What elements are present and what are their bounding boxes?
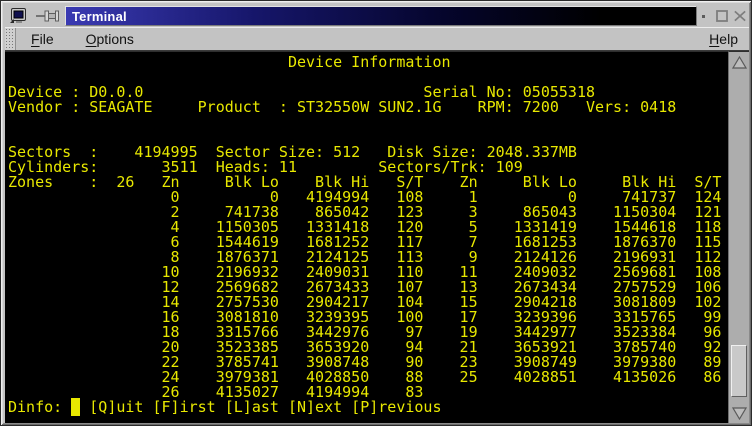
scrollbar[interactable]: [728, 51, 749, 423]
pushpin-icon-glyph: [35, 9, 61, 23]
close-button[interactable]: [733, 8, 747, 24]
minimize-button[interactable]: [697, 8, 711, 24]
terminal-cursor: [71, 398, 80, 416]
terminal-screen[interactable]: Device Information Device : D0.0.0 Seria…: [5, 52, 728, 415]
scroll-down-button[interactable]: [730, 404, 749, 422]
window-title: Terminal: [66, 9, 127, 24]
terminal-app-icon[interactable]: [5, 6, 31, 26]
status-prompt: Dinfo:: [8, 398, 71, 416]
triangle-down-icon: [732, 407, 747, 420]
scrollbar-thumb[interactable]: [731, 345, 747, 397]
menu-file[interactable]: File: [26, 29, 59, 49]
square-outline-icon: [715, 8, 729, 24]
scroll-up-button[interactable]: [730, 53, 749, 71]
x-icon: [733, 8, 747, 24]
status-menu-hints: [Q]uit [F]irst [L]ast [N]ext [P]revious: [80, 398, 441, 416]
menubar: File Options Help: [5, 27, 749, 51]
pushpin-icon[interactable]: [31, 6, 65, 26]
menu-help[interactable]: Help: [704, 29, 743, 49]
maximize-button[interactable]: [715, 8, 729, 24]
title-panel[interactable]: Terminal: [65, 6, 697, 26]
dot-icon: [697, 8, 711, 24]
titlebar[interactable]: Terminal: [5, 5, 749, 27]
menu-options[interactable]: Options: [81, 29, 139, 49]
terminal-monitor-icon: [8, 7, 28, 25]
terminal-viewport[interactable]: Device Information Device : D0.0.0 Seria…: [5, 51, 728, 423]
window-controls: [697, 6, 749, 26]
terminal-window: Terminal File Options: [0, 0, 752, 426]
menubar-grip[interactable]: [5, 28, 16, 50]
triangle-up-icon: [732, 56, 747, 69]
